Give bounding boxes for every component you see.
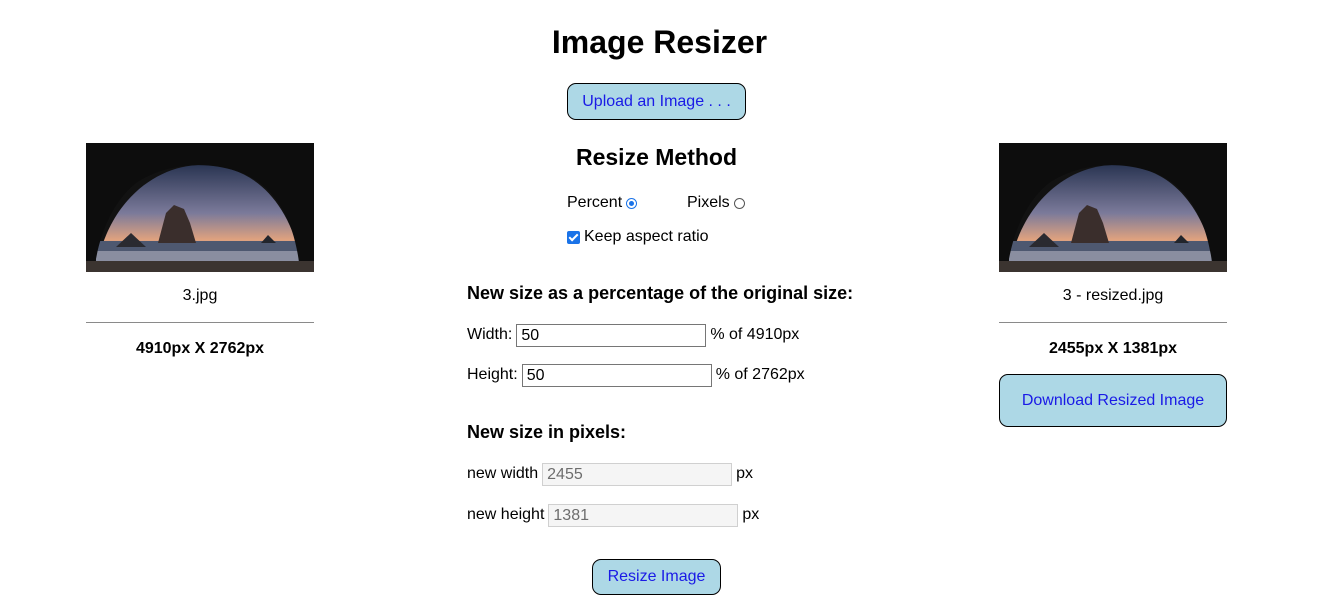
keep-aspect-checkbox[interactable] — [567, 230, 580, 244]
original-filename: 3.jpg — [182, 287, 218, 304]
pixels-height-row: new height 1381 px — [467, 503, 759, 527]
keep-aspect-option[interactable]: Keep aspect ratio — [567, 228, 709, 246]
percent-width-suffix: % of 4910px — [710, 326, 800, 343]
percent-radio[interactable] — [626, 197, 638, 209]
pixels-height-suffix: px — [742, 506, 760, 523]
pixels-height-input[interactable]: 1381 — [548, 503, 739, 527]
percent-label: Percent — [567, 194, 623, 211]
upload-image-button[interactable]: Upload an Image . . . — [567, 83, 746, 120]
pixels-width-suffix: px — [736, 465, 754, 482]
pixels-label: Pixels — [687, 194, 730, 211]
divider — [86, 322, 314, 323]
percent-option[interactable]: Percent — [567, 194, 638, 212]
pixels-heading: New size in pixels: — [467, 422, 627, 442]
percent-height-suffix: % of 2762px — [715, 366, 805, 383]
pixels-option[interactable]: Pixels — [687, 194, 745, 212]
pixels-width-row: new width 2455 px — [467, 462, 753, 486]
percent-height-label: Height: — [467, 366, 518, 383]
page-title: Image Resizer — [551, 24, 768, 60]
percent-width-input[interactable]: 50 — [516, 323, 707, 347]
pixels-width-label: new width — [467, 465, 539, 482]
pixels-width-input[interactable]: 2455 — [542, 462, 733, 486]
percent-height-row: Height: 50 % of 2762px — [467, 363, 805, 387]
pixels-height-label: new height — [467, 506, 545, 523]
percent-width-label: Width: — [467, 326, 513, 343]
resized-filename: 3 - resized.jpg — [1062, 287, 1164, 304]
download-resized-image-button[interactable]: Download Resized Image — [999, 374, 1227, 427]
percent-width-row: Width: 50 % of 4910px — [467, 323, 799, 347]
resize-method-heading: Resize Method — [575, 144, 738, 170]
percentage-heading: New size as a percentage of the original… — [467, 283, 854, 303]
percent-height-input[interactable]: 50 — [521, 363, 712, 387]
divider — [999, 322, 1227, 323]
resize-image-button[interactable]: Resize Image — [592, 559, 721, 595]
original-dimensions: 4910px X 2762px — [135, 340, 265, 357]
pixels-radio[interactable] — [733, 197, 745, 209]
keep-aspect-label: Keep aspect ratio — [584, 228, 709, 245]
resized-dimensions: 2455px X 1381px — [1048, 340, 1178, 357]
